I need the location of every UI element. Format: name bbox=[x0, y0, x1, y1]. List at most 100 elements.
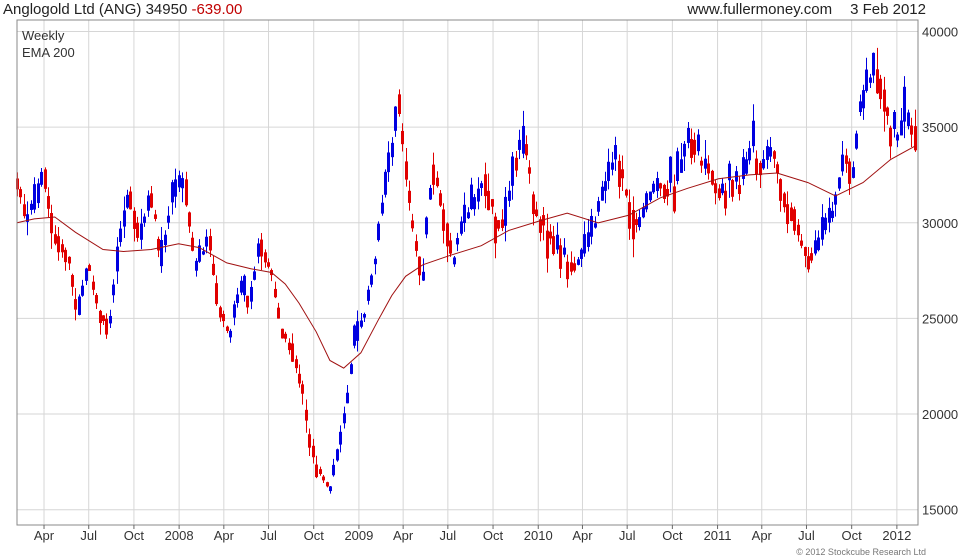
chart-grid bbox=[17, 20, 918, 525]
candle-body bbox=[614, 145, 617, 160]
candle-body bbox=[896, 134, 899, 141]
candle-body bbox=[377, 223, 380, 241]
candle-body bbox=[690, 139, 693, 158]
candle-body bbox=[315, 464, 318, 478]
candle-body bbox=[154, 214, 157, 219]
candle-body bbox=[68, 256, 71, 264]
x-tick-label: Jul bbox=[440, 528, 457, 543]
candle-body bbox=[501, 219, 504, 228]
candle-body bbox=[559, 245, 562, 269]
candle-body bbox=[246, 295, 249, 308]
candle-body bbox=[697, 134, 700, 152]
candle-body bbox=[381, 202, 384, 214]
candle-body bbox=[632, 209, 635, 240]
candle-body bbox=[673, 186, 676, 212]
candle-body bbox=[484, 174, 487, 197]
x-tick-label: Jul bbox=[260, 528, 277, 543]
candle-body bbox=[363, 314, 366, 318]
candle-body bbox=[425, 217, 428, 235]
candle-body bbox=[700, 160, 703, 166]
candle-body bbox=[78, 296, 81, 315]
candle-body bbox=[577, 259, 580, 265]
candle-body bbox=[460, 221, 463, 234]
candle-body bbox=[852, 167, 855, 178]
x-tick-label: Jul bbox=[619, 528, 636, 543]
candle-body bbox=[387, 152, 390, 173]
candle-body bbox=[126, 194, 129, 208]
candle-body bbox=[611, 162, 614, 170]
y-tick-label: 20000 bbox=[922, 407, 958, 422]
candle-body bbox=[384, 171, 387, 195]
candle-body bbox=[408, 190, 411, 203]
candle-body bbox=[687, 127, 690, 143]
candle-body bbox=[563, 247, 566, 255]
candle-body bbox=[233, 304, 236, 318]
candle-body bbox=[257, 243, 260, 257]
candle-body bbox=[508, 190, 511, 201]
candle-body bbox=[37, 183, 40, 204]
candle-body bbox=[721, 183, 724, 194]
candlestick-chart: 15000 20000 25000 30000 35000 40000 Apr Jul Oct… bbox=[16, 19, 958, 557]
candle-body bbox=[319, 469, 322, 474]
candle-body bbox=[566, 261, 569, 280]
candle-body bbox=[645, 193, 648, 210]
candle-body bbox=[367, 289, 370, 301]
candle-body bbox=[19, 189, 22, 198]
candle-body bbox=[607, 161, 610, 181]
candle-body bbox=[504, 196, 507, 226]
candle-body bbox=[360, 320, 363, 327]
candle-body bbox=[209, 236, 212, 251]
candle-body bbox=[456, 238, 459, 245]
candle-body bbox=[305, 409, 308, 421]
candle-body bbox=[518, 139, 521, 150]
candle-body bbox=[845, 155, 848, 164]
candle-body bbox=[604, 181, 607, 191]
y-tick-label: 35000 bbox=[922, 120, 958, 135]
candle-body bbox=[219, 307, 222, 318]
candle-body bbox=[748, 148, 751, 161]
candle-body bbox=[74, 299, 77, 310]
candle-body bbox=[831, 210, 834, 219]
candle-body bbox=[876, 69, 879, 94]
candle-body bbox=[394, 106, 397, 131]
candle-body bbox=[240, 280, 243, 293]
candle-body bbox=[618, 160, 621, 187]
candle-body bbox=[391, 142, 394, 158]
x-axis-ticks: Apr Jul Oct 2008 Apr Jul Oct 2009 Apr Jul Oct 2010 A… bbox=[34, 525, 911, 543]
candle-body bbox=[638, 217, 641, 228]
candle-body bbox=[680, 159, 683, 173]
y-tick-label: 15000 bbox=[922, 503, 958, 518]
candle-body bbox=[99, 310, 102, 324]
candle-body bbox=[123, 210, 126, 227]
copyright-note: © 2012 Stockcube Research Ltd bbox=[796, 547, 926, 557]
candle-body bbox=[480, 183, 483, 188]
candle-body bbox=[731, 180, 734, 197]
candle-body bbox=[601, 186, 604, 201]
candle-body bbox=[552, 236, 555, 255]
candle-body bbox=[136, 222, 139, 238]
candle-body bbox=[350, 364, 353, 374]
candle-body bbox=[704, 158, 707, 169]
candle-body bbox=[693, 139, 696, 155]
candle-body bbox=[804, 247, 807, 256]
candle-body bbox=[30, 203, 33, 210]
candle-body bbox=[752, 120, 755, 147]
y-axis-ticks: 15000 20000 25000 30000 35000 40000 bbox=[922, 24, 958, 517]
candle-body bbox=[738, 184, 741, 195]
candle-body bbox=[841, 154, 844, 172]
candle-body bbox=[160, 240, 163, 267]
candle-body bbox=[143, 216, 146, 223]
candle-body bbox=[535, 209, 538, 217]
candle-body bbox=[570, 262, 573, 272]
candle-body bbox=[724, 190, 727, 209]
candle-body bbox=[515, 157, 518, 171]
candle-body bbox=[353, 325, 356, 346]
candle-body bbox=[546, 230, 549, 259]
candle-body bbox=[718, 188, 721, 199]
x-tick-label: Apr bbox=[572, 528, 593, 543]
candle-body bbox=[281, 328, 284, 339]
candle-body bbox=[188, 212, 191, 227]
candle-body bbox=[429, 187, 432, 200]
candle-body bbox=[50, 213, 53, 234]
candle-body bbox=[783, 193, 786, 208]
